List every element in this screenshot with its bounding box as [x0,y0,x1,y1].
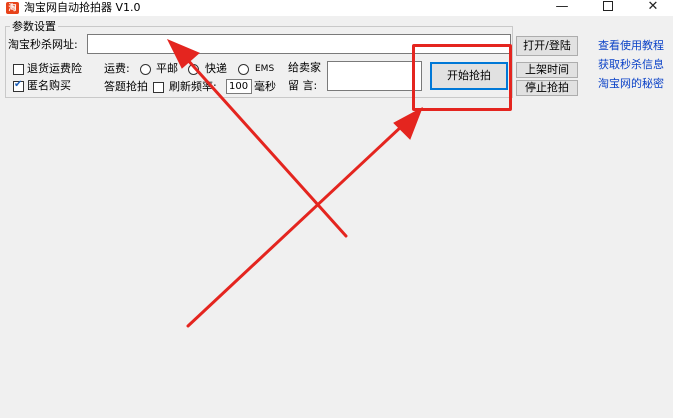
arrow-to-start-head [393,106,423,140]
annotation-arrows [166,39,423,328]
arrow-to-url-head [166,39,200,69]
arrow-to-url-shaft [184,56,348,238]
arrow-to-start-shaft [186,123,405,328]
